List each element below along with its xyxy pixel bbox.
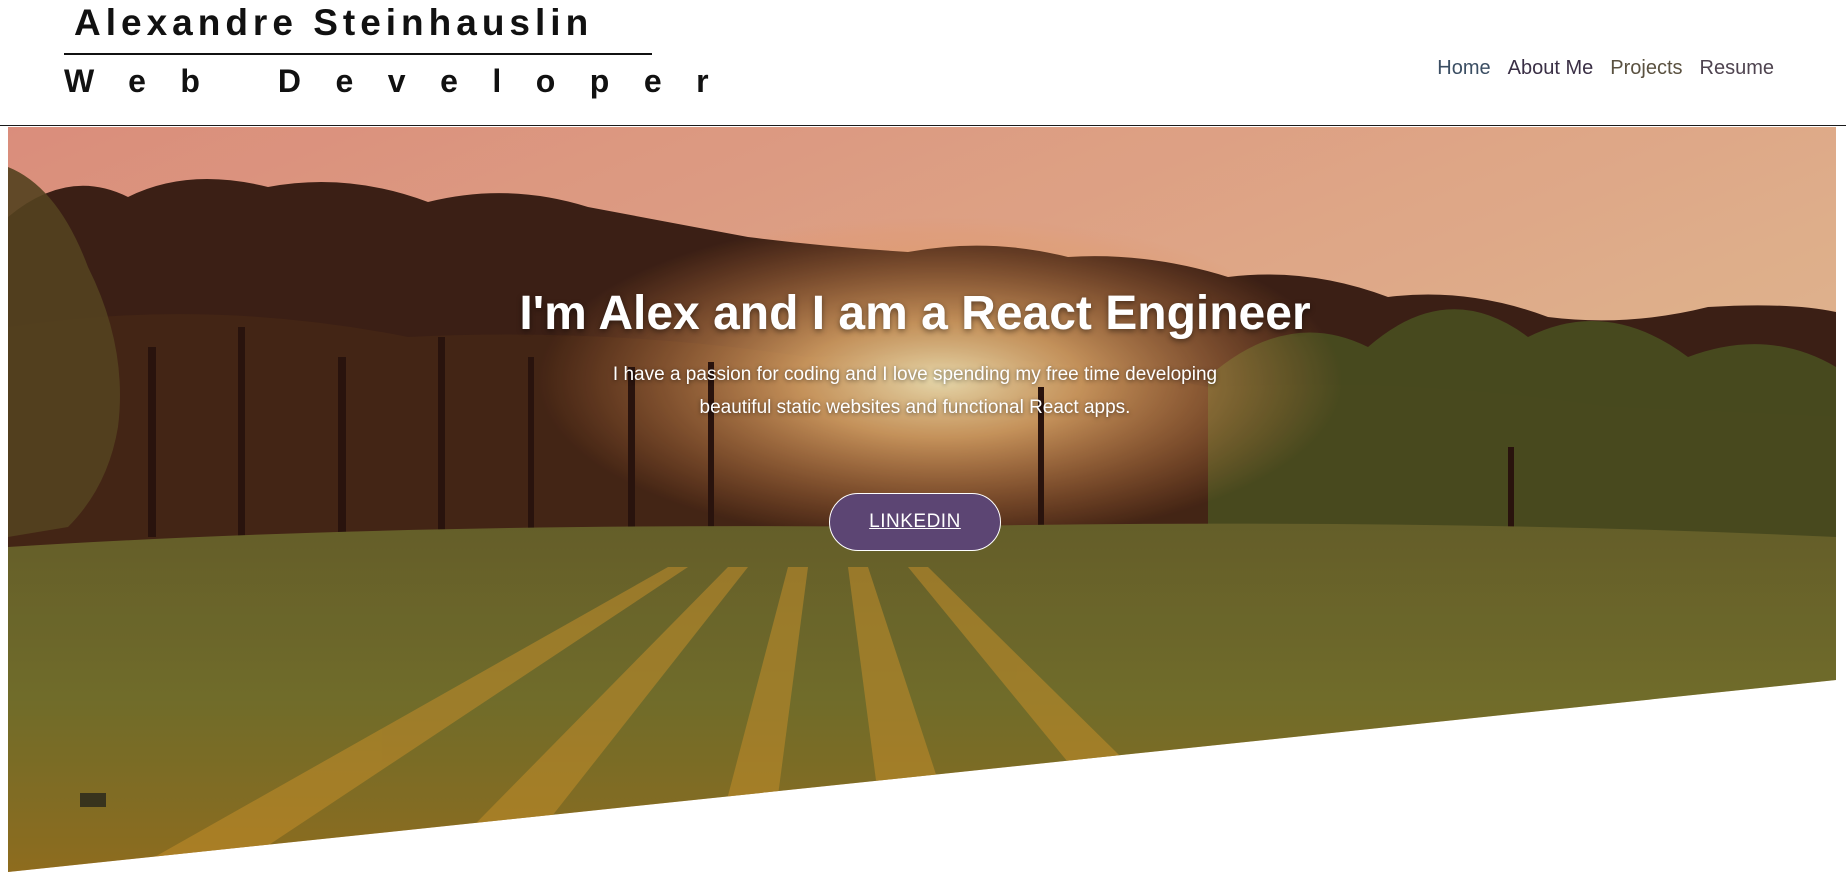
brand-name: Alexandre Steinhauslin — [74, 2, 594, 43]
linkedin-button[interactable]: LINKEDIN — [829, 493, 1001, 551]
nav-home-link[interactable]: Home — [1437, 57, 1490, 80]
nav-resume-link[interactable]: Resume — [1700, 57, 1774, 80]
hero-subtitle-line-2: beautiful static websites and functional… — [699, 397, 1131, 418]
nav-about-link[interactable]: About Me — [1508, 57, 1594, 80]
main-nav: Home About Me Projects Resume — [1437, 57, 1774, 80]
brand-divider — [64, 53, 652, 55]
hero-subtitle-line-1: I have a passion for coding and I love s… — [612, 364, 1218, 385]
hero-subtitle: I have a passion for coding and I love s… — [0, 358, 1838, 424]
brand-role: Web Developer — [64, 63, 744, 99]
site-header: Alexandre Steinhauslin Web Developer Hom… — [0, 0, 1846, 126]
nav-projects-link[interactable]: Projects — [1610, 57, 1682, 80]
hero-title: I'm Alex and I am a React Engineer — [519, 287, 1311, 340]
